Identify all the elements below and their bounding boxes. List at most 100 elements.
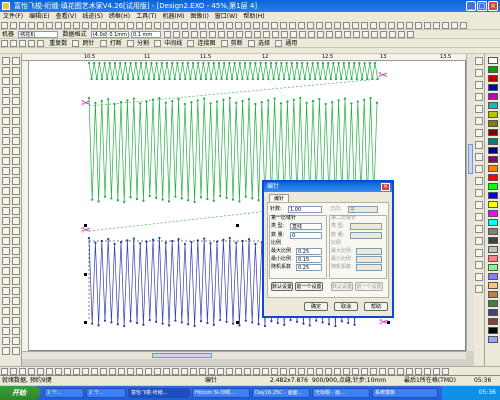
drawing-tool-icon[interactable]: [12, 317, 20, 325]
stitch-drawing[interactable]: ✂ ✂ ✂ ✂: [29, 61, 466, 351]
rotate-icon[interactable]: [37, 40, 44, 47]
bottom-tool-icon[interactable]: [217, 368, 224, 375]
drawing-tool-icon[interactable]: [2, 247, 10, 255]
toolbar-tool-icon[interactable]: [442, 22, 449, 29]
taskbar-item[interactable]: 无标题 - 画...: [312, 388, 370, 398]
tab-edit-stitch[interactable]: 编针: [269, 194, 289, 202]
drawing-tool-icon[interactable]: [12, 127, 20, 135]
bottom-tool-icon[interactable]: [244, 368, 251, 375]
menu-window[interactable]: 窗口(W): [212, 12, 241, 21]
drawing-tool-icon[interactable]: [2, 127, 10, 135]
color-swatch[interactable]: [488, 66, 498, 73]
color-swatch[interactable]: [488, 246, 498, 253]
bottom-tool-icon[interactable]: [253, 368, 260, 375]
menu-view[interactable]: 查看(V): [53, 12, 80, 21]
drawing-tool-icon[interactable]: [12, 187, 20, 195]
random-input[interactable]: 0.25: [296, 264, 322, 271]
toolbar-tool-icon[interactable]: [343, 22, 350, 29]
toolbar-tool-icon[interactable]: [415, 22, 422, 29]
drawing-tool-icon[interactable]: [2, 267, 10, 275]
toolbar-tool-icon[interactable]: [64, 22, 71, 29]
toolbar-tool-icon[interactable]: [379, 22, 386, 29]
drawing-tool-icon[interactable]: [12, 307, 20, 315]
midline-icon[interactable]: [154, 40, 162, 47]
zoom-icon[interactable]: [19, 40, 26, 47]
drawing-tool-icon[interactable]: [12, 327, 20, 335]
toolbar-tool-icon[interactable]: [91, 22, 98, 29]
format-tool-icon[interactable]: [389, 31, 397, 38]
bottom-tool-icon[interactable]: [172, 368, 179, 375]
drawing-tool-icon[interactable]: [12, 197, 20, 205]
toolbar-tool-icon[interactable]: [28, 22, 35, 29]
toolbar-tool-icon[interactable]: [397, 22, 404, 29]
drawing-tool-icon[interactable]: [2, 327, 10, 335]
previous-settings-button[interactable]: 前一个设置: [295, 282, 323, 291]
bottom-tool-icon[interactable]: [334, 368, 341, 375]
view-tool-icon[interactable]: [475, 285, 483, 293]
menu-image[interactable]: 图像(I): [187, 12, 211, 21]
bottom-tool-icon[interactable]: [433, 368, 440, 375]
tool-jump[interactable]: 跨针: [80, 39, 96, 47]
format-tool-icon[interactable]: [263, 31, 271, 38]
second-type-select[interactable]: [350, 223, 382, 230]
view-tool-icon[interactable]: [475, 153, 483, 161]
tool-midline[interactable]: 中间线: [162, 39, 184, 47]
start-button[interactable]: 开始: [0, 386, 40, 400]
bottom-tool-icon[interactable]: [280, 368, 287, 375]
color-swatch[interactable]: [488, 129, 498, 136]
drawing-tool-icon[interactable]: [2, 97, 10, 105]
drawing-tool-icon[interactable]: [2, 137, 10, 145]
toolbar-tool-icon[interactable]: [352, 22, 359, 29]
tool-connect[interactable]: 连接图: [195, 39, 217, 47]
drawing-tool-icon[interactable]: [2, 287, 10, 295]
toolbar-tool-icon[interactable]: [217, 22, 224, 29]
format-tool-icon[interactable]: [227, 31, 235, 38]
bottom-tool-icon[interactable]: [406, 368, 413, 375]
default-settings-button[interactable]: 默认设置: [271, 282, 293, 291]
color-swatch[interactable]: [488, 111, 498, 118]
drawing-tool-icon[interactable]: [2, 227, 10, 235]
drawing-tool-icon[interactable]: [12, 267, 20, 275]
bottom-tool-icon[interactable]: [136, 368, 143, 375]
format-tool-icon[interactable]: [326, 31, 334, 38]
bottom-tool-icon[interactable]: [145, 368, 152, 375]
toolbar-tool-icon[interactable]: [253, 22, 260, 29]
drawing-tool-icon[interactable]: [2, 337, 10, 345]
view-tool-icon[interactable]: [475, 165, 483, 173]
view-tool-icon[interactable]: [475, 249, 483, 257]
unit-select[interactable]: 0.1 mm: [130, 31, 161, 38]
color-swatch[interactable]: [488, 228, 498, 235]
type-select[interactable]: 直线: [290, 223, 322, 230]
machine-select[interactable]: 绣花机: [18, 31, 59, 38]
menu-hoop[interactable]: 绣框(H): [106, 12, 133, 21]
format-tool-icon[interactable]: [362, 31, 370, 38]
choose-icon[interactable]: [247, 40, 255, 47]
bottom-tool-icon[interactable]: [370, 368, 377, 375]
bottom-tool-icon[interactable]: [289, 368, 296, 375]
node-icon[interactable]: [28, 40, 35, 47]
format-tool-icon[interactable]: [272, 31, 280, 38]
second-default-button[interactable]: 默认设置: [331, 282, 353, 291]
bottom-tool-icon[interactable]: [379, 368, 386, 375]
color-swatch[interactable]: [488, 174, 498, 181]
drawing-tool-icon[interactable]: [12, 57, 20, 65]
vertical-scrollbar[interactable]: [466, 54, 474, 351]
toolbar-tool-icon[interactable]: [280, 22, 287, 29]
view-tool-icon[interactable]: [475, 117, 483, 125]
bottom-tool-icon[interactable]: [118, 368, 125, 375]
format-tool-icon[interactable]: [200, 31, 208, 38]
bottom-tool-icon[interactable]: [154, 368, 161, 375]
drawing-tool-icon[interactable]: [2, 197, 10, 205]
taskbar-item[interactable]: 2 个...: [44, 388, 84, 398]
color-swatch[interactable]: [488, 84, 498, 91]
drawing-tool-icon[interactable]: [2, 237, 10, 245]
color-swatch[interactable]: [488, 147, 498, 154]
toolbar-tool-icon[interactable]: [307, 22, 314, 29]
scroll-thumb[interactable]: [152, 353, 212, 358]
color-swatch[interactable]: [488, 165, 498, 172]
color-swatch[interactable]: [488, 273, 498, 280]
bottom-tool-icon[interactable]: [73, 368, 80, 375]
second-quantity-input[interactable]: [350, 232, 382, 239]
bottom-tool-icon[interactable]: [226, 368, 233, 375]
break-icon[interactable]: [99, 40, 107, 47]
